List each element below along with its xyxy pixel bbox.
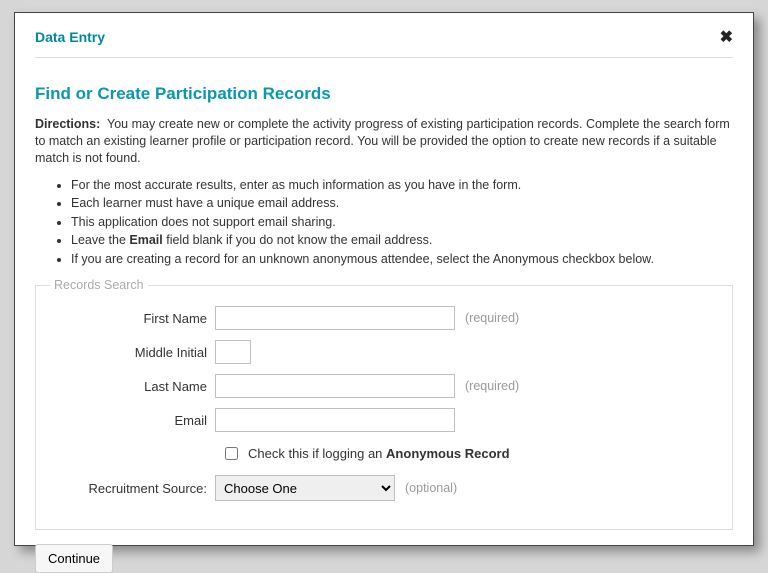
first-name-label: First Name xyxy=(50,311,215,326)
anonymous-label-bold: Anonymous Record xyxy=(386,446,510,461)
continue-button[interactable]: Continue xyxy=(35,544,113,573)
bullet-item: Each learner must have a unique email ad… xyxy=(71,195,733,213)
last-name-input[interactable] xyxy=(215,374,455,398)
bullet-item: If you are creating a record for an unkn… xyxy=(71,251,733,269)
anonymous-label-prefix: Check this if logging an xyxy=(248,446,382,461)
row-recruitment: Recruitment Source: Choose One (optional… xyxy=(50,475,718,501)
first-name-input[interactable] xyxy=(215,306,455,330)
anonymous-checkbox[interactable] xyxy=(225,447,238,460)
recruitment-select[interactable]: Choose One xyxy=(215,475,395,501)
instruction-bullets: For the most accurate results, enter as … xyxy=(71,177,733,269)
row-last-name: Last Name (required) xyxy=(50,374,718,398)
row-first-name: First Name (required) xyxy=(50,306,718,330)
row-email: Email xyxy=(50,408,718,432)
first-name-hint: (required) xyxy=(465,311,519,325)
row-middle-initial: Middle Initial xyxy=(50,340,718,364)
recruitment-label: Recruitment Source: xyxy=(50,481,215,496)
page-heading: Find or Create Participation Records xyxy=(35,84,733,104)
fieldset-legend: Records Search xyxy=(50,278,148,292)
close-icon[interactable]: ✖ xyxy=(720,27,733,47)
directions-text: You may create new or complete the activ… xyxy=(35,117,730,165)
modal-title: Data Entry xyxy=(35,29,105,45)
bullet-item: Leave the Email field blank if you do no… xyxy=(71,232,733,250)
directions-label: Directions: xyxy=(35,117,100,131)
directions-block: Directions: You may create new or comple… xyxy=(35,116,733,167)
records-search-fieldset: Records Search First Name (required) Mid… xyxy=(35,278,733,530)
bullet-item: For the most accurate results, enter as … xyxy=(71,177,733,195)
modal-header: Data Entry ✖ xyxy=(35,27,733,58)
row-anonymous: Check this if logging an Anonymous Recor… xyxy=(225,446,718,461)
last-name-label: Last Name xyxy=(50,379,215,394)
recruitment-hint: (optional) xyxy=(405,481,457,495)
data-entry-modal: Data Entry ✖ Find or Create Participatio… xyxy=(14,12,754,546)
email-label: Email xyxy=(50,413,215,428)
bullet-item: This application does not support email … xyxy=(71,214,733,232)
last-name-hint: (required) xyxy=(465,379,519,393)
middle-initial-input[interactable] xyxy=(215,340,251,364)
middle-initial-label: Middle Initial xyxy=(50,345,215,360)
email-input[interactable] xyxy=(215,408,455,432)
